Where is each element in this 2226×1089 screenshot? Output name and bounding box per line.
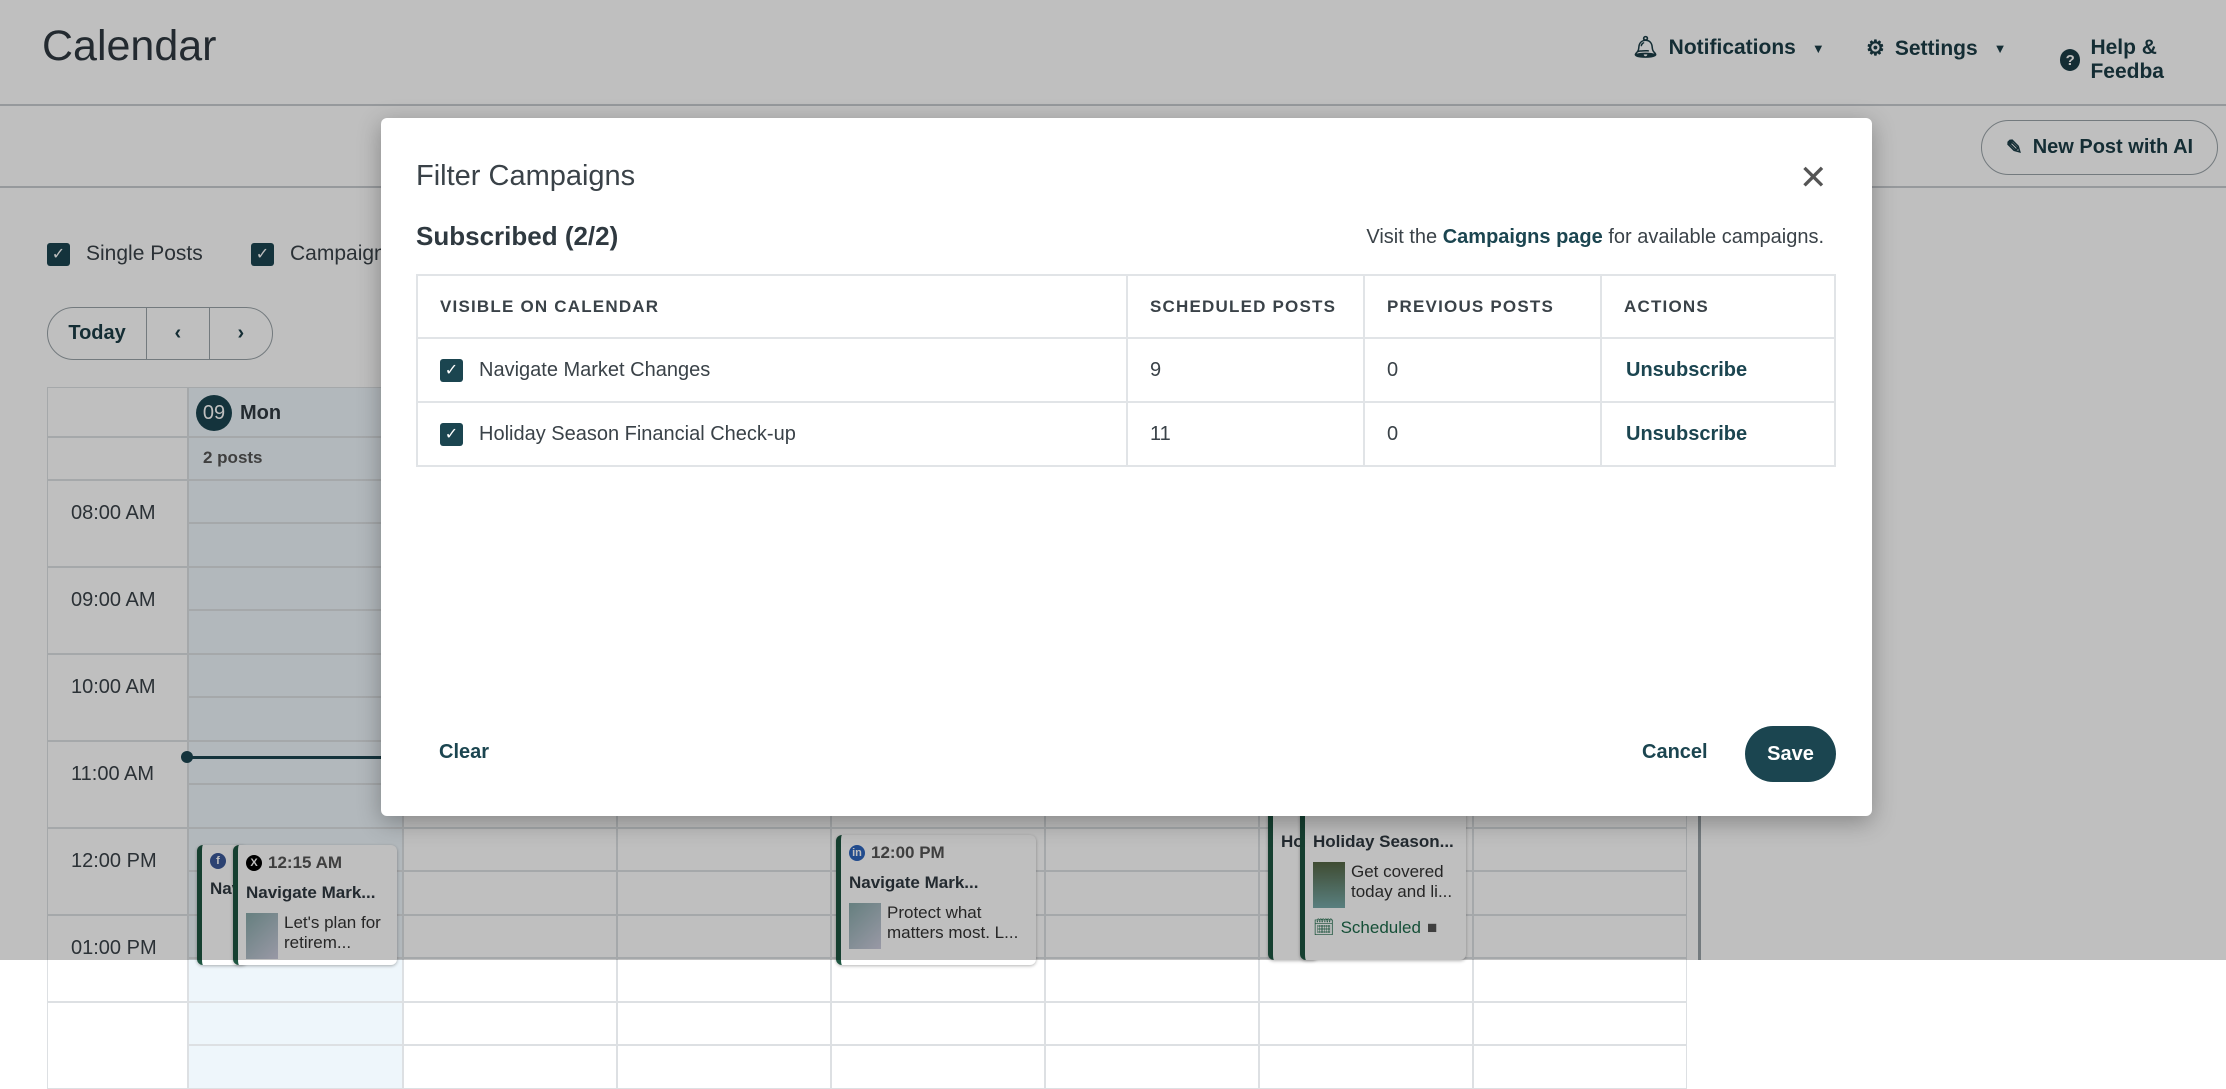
calendar-slot[interactable] — [1473, 958, 1687, 1002]
campaign-name: Holiday Season Financial Check-up — [479, 422, 796, 445]
save-button[interactable]: Save — [1745, 726, 1836, 782]
previous-posts: 0 — [1363, 401, 1602, 467]
calendar-slot[interactable] — [1045, 958, 1259, 1002]
calendar-slot[interactable] — [403, 1002, 617, 1045]
calendar-slot[interactable] — [831, 1002, 1045, 1045]
column-header: VISIBLE ON CALENDAR — [416, 274, 1128, 339]
table-row: ✓ Holiday Season Financial Check-up 11 0 … — [416, 401, 1836, 467]
calendar-slot[interactable] — [1045, 1045, 1259, 1089]
campaign-name: Navigate Market Changes — [479, 358, 711, 381]
visible-checkbox[interactable]: ✓ — [440, 358, 463, 382]
visible-checkbox[interactable]: ✓ — [440, 422, 463, 446]
scheduled-posts: 9 — [1126, 337, 1365, 403]
scheduled-posts: 11 — [1126, 401, 1365, 467]
calendar-slot[interactable] — [617, 1045, 831, 1089]
dialog-title: Filter Campaigns — [416, 160, 636, 192]
calendar-slot[interactable] — [617, 1002, 831, 1045]
unsubscribe-button[interactable]: Unsubscribe — [1600, 401, 1836, 467]
column-header: SCHEDULED POSTS — [1126, 274, 1365, 339]
hint-text: Visit the — [1366, 226, 1443, 248]
calendar-slot[interactable] — [831, 1045, 1045, 1089]
calendar-slot[interactable] — [403, 958, 617, 1002]
subscribed-heading: Subscribed (2/2) — [416, 221, 619, 251]
calendar-slot[interactable] — [1259, 1045, 1473, 1089]
campaigns-hint: Visit the Campaigns page for available c… — [1366, 226, 1824, 249]
unsubscribe-button[interactable]: Unsubscribe — [1600, 337, 1836, 403]
previous-posts: 0 — [1363, 337, 1602, 403]
time-cell — [47, 1002, 188, 1089]
table-row: ✓ Navigate Market Changes 9 0 Unsubscribe — [416, 337, 1836, 403]
calendar-slot[interactable] — [403, 1045, 617, 1089]
filter-campaigns-dialog: Filter Campaigns ✕ Subscribed (2/2) Visi… — [381, 118, 1872, 816]
cancel-button[interactable]: Cancel — [1642, 741, 1708, 764]
campaigns-table: VISIBLE ON CALENDAR SCHEDULED POSTS PREV… — [416, 274, 1836, 467]
calendar-slot[interactable] — [1259, 958, 1473, 1002]
close-icon[interactable]: ✕ — [1799, 158, 1828, 198]
column-header: PREVIOUS POSTS — [1363, 274, 1602, 339]
hint-text: for available campaigns. — [1602, 226, 1824, 248]
clear-button[interactable]: Clear — [439, 741, 489, 764]
calendar-slot[interactable] — [1045, 1002, 1259, 1045]
calendar-slot[interactable] — [1473, 1045, 1687, 1089]
calendar-slot[interactable] — [1473, 1002, 1687, 1045]
calendar-slot[interactable] — [617, 958, 831, 1002]
campaigns-page-link[interactable]: Campaigns page — [1443, 226, 1603, 248]
calendar-slot[interactable] — [188, 1002, 403, 1045]
calendar-slot[interactable] — [188, 1045, 403, 1089]
calendar-slot[interactable] — [1259, 1002, 1473, 1045]
column-header: ACTIONS — [1600, 274, 1836, 339]
